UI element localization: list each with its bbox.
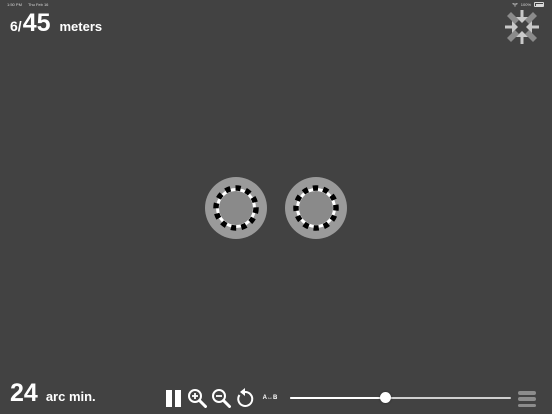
distance-readout: 6 / 45 meters [10, 9, 102, 38]
rotate-icon [237, 388, 254, 407]
zoom-in-icon [188, 389, 207, 408]
app-screen: 1:50 PM Thu Feb 16 100% 6 / 45 meters 24… [0, 0, 552, 414]
status-date: Thu Feb 16 [27, 2, 49, 7]
rotate-button[interactable] [235, 387, 255, 409]
distance-denominator: 45 [22, 9, 51, 37]
status-bar: 1:50 PM Thu Feb 16 100% [0, 0, 552, 8]
acuity-value: 24 [10, 379, 38, 407]
ab-toggle-button[interactable]: A↔B [259, 387, 281, 409]
acuity-unit: arc min. [45, 389, 96, 404]
target-ring-left [205, 177, 267, 239]
distance-separator: / [17, 18, 22, 34]
battery-icon [534, 2, 544, 7]
pause-icon [165, 389, 172, 407]
zoom-out-icon [212, 389, 231, 408]
distance-unit: meters [59, 19, 103, 34]
status-right: 100% [511, 2, 544, 7]
pause-button[interactable] [163, 387, 183, 409]
zoom-out-button[interactable] [210, 387, 232, 409]
distance-numerator: 6 [10, 18, 18, 34]
slider-fill [290, 397, 386, 399]
status-time: 1:50 PM [7, 2, 22, 7]
slider-thumb[interactable] [379, 392, 391, 403]
target-ring-right [285, 177, 347, 239]
wifi-icon [511, 2, 518, 7]
zoom-in-button[interactable] [186, 387, 208, 409]
ab-label: A↔B [262, 395, 278, 401]
status-left: 1:50 PM Thu Feb 16 [7, 2, 53, 7]
size-slider[interactable] [290, 392, 511, 404]
battery-percent: 100% [520, 2, 531, 7]
hamburger-menu-icon [518, 391, 536, 395]
menu-button[interactable] [518, 391, 536, 407]
acuity-readout: 24 arc min. [10, 379, 96, 408]
collapse-arrows-icon[interactable] [505, 10, 539, 44]
